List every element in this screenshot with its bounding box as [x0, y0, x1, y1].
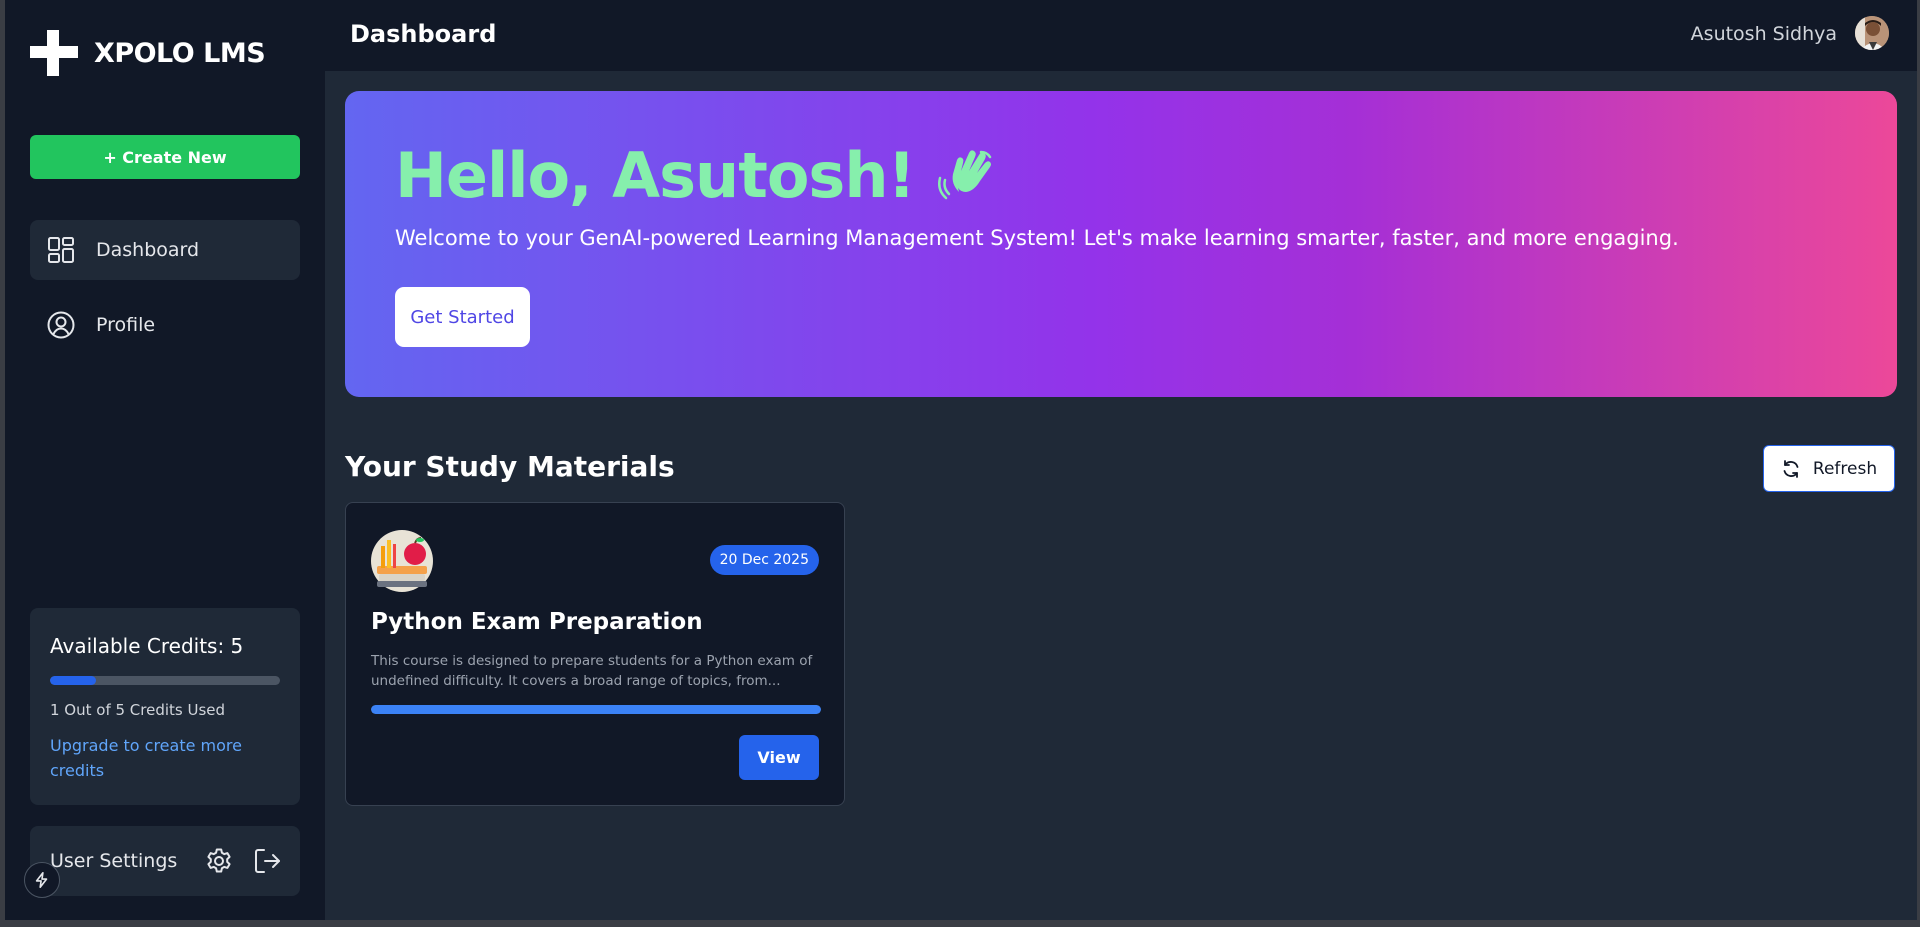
hero-greeting-row: Hello, Asutosh! [395, 139, 1001, 212]
refresh-icon [1783, 459, 1799, 478]
lightning-icon [35, 871, 48, 889]
brand-name: XPOLO LMS [94, 37, 266, 69]
app-frame: XPOLO LMS + Create New Dashboard Profile… [5, 0, 1917, 920]
create-new-button[interactable]: + Create New [30, 135, 300, 179]
card-description: This course is designed to prepare stude… [371, 653, 813, 689]
credits-used-text: 1 Out of 5 Credits Used [50, 701, 226, 719]
dashboard-grid-icon [48, 237, 74, 263]
study-material-card[interactable]: 20 Dec 2025 Python Exam Preparation This… [345, 502, 845, 806]
study-materials-heading: Your Study Materials [345, 450, 675, 483]
card-title: Python Exam Preparation [371, 609, 703, 635]
card-progress-bar [371, 705, 821, 714]
user-name: Asutosh Sidhya [1690, 23, 1837, 45]
welcome-banner: Hello, Asutosh! Welcome to your GenAI-po… [345, 91, 1897, 397]
sidebar-item-dashboard[interactable]: Dashboard [30, 220, 300, 280]
view-button[interactable]: View [739, 735, 819, 780]
hero-subtitle: Welcome to your GenAI-powered Learning M… [395, 226, 1679, 250]
avatar-photo [1855, 16, 1889, 50]
waving-hand-icon [937, 149, 991, 199]
sidebar-item-label: Dashboard [96, 239, 200, 261]
top-header: Dashboard Asutosh Sidhya [325, 0, 1917, 71]
sidebar-item-profile[interactable]: Profile [30, 295, 300, 355]
user-circle-icon [47, 311, 75, 339]
credits-title: Available Credits: 5 [50, 634, 244, 658]
sidebar-item-label: Profile [96, 314, 156, 336]
plus-logo-icon [30, 30, 78, 76]
logout-icon[interactable] [252, 846, 282, 876]
refresh-label: Refresh [1812, 458, 1878, 479]
upgrade-link[interactable]: Upgrade to create more credits [50, 733, 280, 783]
avatar[interactable] [1855, 16, 1889, 50]
user-settings-label: User Settings [50, 850, 178, 872]
gear-icon[interactable] [204, 846, 234, 876]
credits-card: Available Credits: 5 1 Out of 5 Credits … [30, 608, 300, 805]
credits-progress-fill [50, 676, 96, 685]
brand-logo[interactable]: XPOLO LMS [30, 28, 266, 78]
hero-greeting: Hello, Asutosh! [395, 139, 916, 212]
get-started-button[interactable]: Get Started [395, 287, 530, 347]
credits-progress-bar [50, 676, 280, 685]
page-title: Dashboard [350, 20, 497, 48]
refresh-button[interactable]: Refresh [1763, 445, 1895, 492]
card-progress-fill [371, 705, 821, 714]
lightning-button[interactable] [24, 862, 60, 898]
date-badge: 20 Dec 2025 [709, 545, 819, 575]
books-apple-icon [371, 530, 433, 592]
sidebar: XPOLO LMS + Create New Dashboard Profile… [5, 0, 325, 920]
user-settings-card: User Settings [30, 826, 300, 896]
